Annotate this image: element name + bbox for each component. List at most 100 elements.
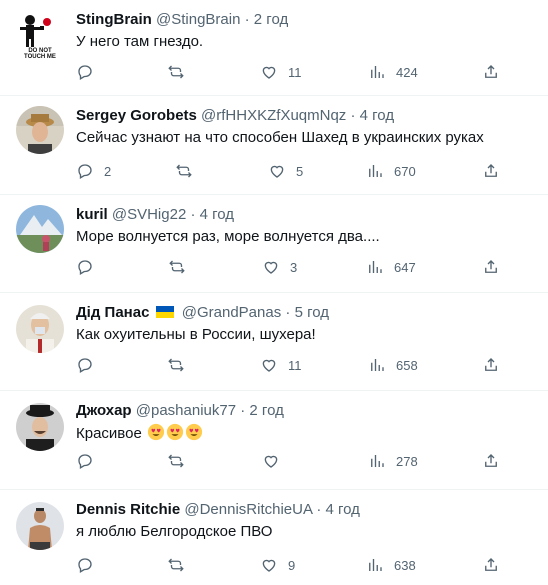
like-button[interactable]: 3 [262, 257, 297, 277]
separator-dot: · [240, 402, 246, 419]
timestamp[interactable]: 4 год [200, 206, 234, 223]
like-button[interactable]: 11 [260, 62, 302, 82]
view-count: 658 [396, 357, 418, 373]
views-button[interactable]: 647 [366, 257, 416, 277]
separator-dot: · [350, 107, 356, 124]
reply-button[interactable] [76, 62, 104, 82]
avatar[interactable] [16, 205, 64, 253]
timestamp[interactable]: 4 год [360, 107, 394, 124]
separator-dot: · [190, 206, 196, 223]
tweet[interactable]: Dennis Ritchie @DennisRitchieUA · 4 год … [0, 490, 548, 585]
like-count: 11 [288, 357, 302, 373]
timestamp[interactable]: 5 год [295, 304, 329, 321]
share-button[interactable] [482, 257, 500, 277]
user-handle[interactable]: @DennisRitchieUA [184, 501, 312, 518]
user-handle[interactable]: @StingBrain [156, 11, 240, 28]
display-name[interactable]: Дід Панас [76, 304, 149, 321]
timestamp[interactable]: 4 год [325, 501, 359, 518]
share-button[interactable] [482, 555, 500, 575]
retweet-icon [169, 260, 185, 274]
tweet[interactable]: kuril @SVHig22 · 4 год Море волнуется ра… [0, 195, 548, 293]
retweet-button[interactable] [167, 451, 185, 471]
tweet[interactable]: Дід Панас @GrandPanas · 5 год Как охуите… [0, 293, 548, 391]
share-button[interactable] [482, 451, 500, 471]
share-icon [485, 558, 497, 571]
reply-icon [78, 454, 92, 469]
tweet[interactable]: Джохар @pashaniuk77 · 2 год Красивое 278 [0, 391, 548, 490]
like-button[interactable]: 11 [260, 355, 302, 375]
tweet-header: kuril @SVHig22 · 4 год [76, 205, 234, 225]
like-count: 3 [290, 259, 298, 275]
display-name[interactable]: Dennis Ritchie [76, 501, 180, 518]
timestamp[interactable]: 2 год [249, 402, 283, 419]
heart-icon [262, 559, 276, 572]
retweet-button[interactable] [167, 355, 185, 375]
retweet-button[interactable] [167, 62, 185, 82]
reply-button[interactable] [76, 257, 104, 277]
reply-button[interactable]: 2 [76, 161, 111, 181]
share-button[interactable] [482, 161, 500, 181]
tweet-text: Сейчас узнают на что способен Шахед в ук… [76, 129, 484, 146]
heart-icon [262, 66, 276, 79]
user-handle[interactable]: @rfHHXKZfXuqmNqz [201, 107, 346, 124]
do-not-touch-logo: DO NOT TOUCH ME [16, 10, 64, 58]
views-button[interactable]: 658 [368, 355, 418, 375]
view-count: 670 [394, 163, 416, 179]
share-button[interactable] [482, 355, 500, 375]
retweet-icon [168, 558, 184, 572]
avatar-photo [16, 403, 64, 451]
like-count: 9 [288, 557, 296, 573]
avatar-photo [16, 106, 64, 154]
tweet-header: Дід Панас @GrandPanas · 5 год [76, 303, 329, 323]
heart-icon [264, 455, 278, 468]
action-bar: 11 658 [76, 355, 516, 375]
reply-icon [78, 260, 92, 275]
avatar[interactable] [16, 106, 64, 154]
display-name[interactable]: StingBrain [76, 11, 152, 28]
retweet-icon [168, 454, 184, 468]
share-icon [485, 358, 497, 371]
action-bar: 2 5 670 [76, 161, 516, 181]
avatar[interactable] [16, 305, 64, 353]
views-button[interactable]: 424 [368, 62, 418, 82]
avatar[interactable]: DO NOT TOUCH ME [16, 10, 64, 58]
reply-icon [78, 65, 92, 80]
share-button[interactable] [482, 62, 500, 82]
reply-icon [78, 358, 92, 373]
reply-icon [78, 558, 92, 573]
tweet[interactable]: Sergey Gorobets @rfHHXKZfXuqmNqz · 4 год… [0, 96, 548, 195]
display-name[interactable]: Sergey Gorobets [76, 107, 197, 124]
like-button[interactable]: 5 [268, 161, 303, 181]
retweet-icon [168, 65, 184, 79]
tweet-header: Джохар @pashaniuk77 · 2 год [76, 401, 284, 421]
views-button[interactable]: 670 [366, 161, 416, 181]
retweet-icon [168, 358, 184, 372]
views-icon [369, 165, 382, 177]
heart-eyes-emoji-icon [185, 423, 203, 441]
like-button[interactable] [262, 451, 290, 471]
user-handle[interactable]: @pashaniuk77 [136, 402, 236, 419]
reply-button[interactable] [76, 451, 104, 471]
avatar-photo [16, 205, 64, 253]
reply-button[interactable] [76, 555, 104, 575]
retweet-button[interactable] [175, 161, 193, 181]
share-icon [485, 260, 497, 273]
user-handle[interactable]: @GrandPanas [182, 304, 281, 321]
views-icon [371, 66, 384, 78]
tweet[interactable]: DO NOT TOUCH ME StingBrain @StingBrain ·… [0, 0, 548, 96]
views-button[interactable]: 278 [368, 451, 418, 471]
avatar[interactable] [16, 502, 64, 550]
display-name[interactable]: kuril [76, 206, 108, 223]
heart-eyes-emoji-icon [166, 423, 184, 441]
tweet-text: Море волнуется раз, море волнуется два..… [76, 228, 380, 245]
user-handle[interactable]: @SVHig22 [112, 206, 186, 223]
retweet-button[interactable] [168, 257, 186, 277]
views-button[interactable]: 638 [366, 555, 416, 575]
display-name[interactable]: Джохар [76, 402, 132, 419]
reply-count: 2 [104, 163, 112, 179]
retweet-button[interactable] [167, 555, 185, 575]
timestamp[interactable]: 2 год [254, 11, 288, 28]
like-button[interactable]: 9 [260, 555, 295, 575]
avatar[interactable] [16, 403, 64, 451]
reply-button[interactable] [76, 355, 104, 375]
